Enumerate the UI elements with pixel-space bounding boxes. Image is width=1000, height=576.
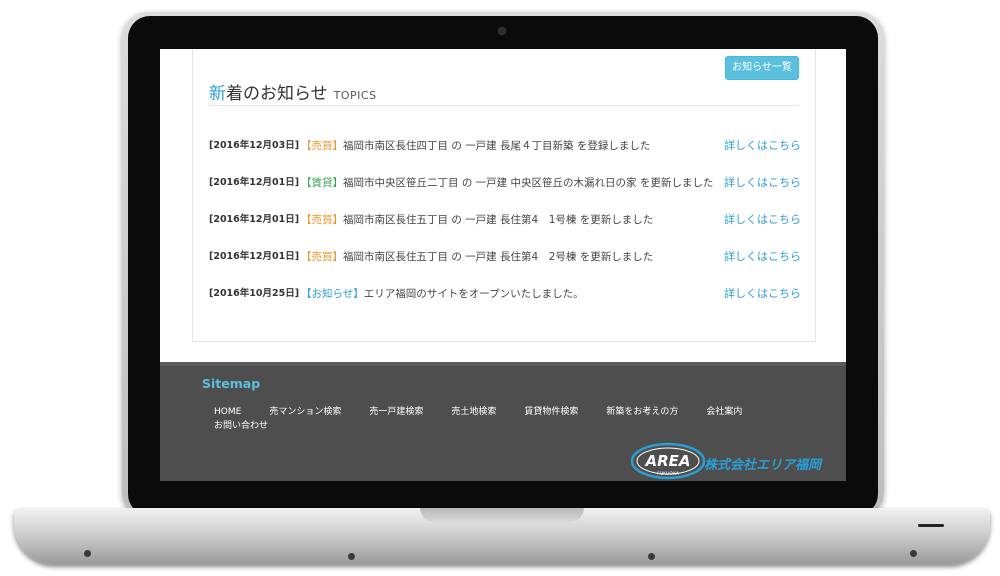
news-category: 【お知らせ】 <box>301 288 364 300</box>
logo-company-text: 株式会社エリア福岡 <box>704 457 823 473</box>
topics-list-button[interactable]: お知らせ一覧 <box>725 56 799 80</box>
laptop-foot <box>648 553 655 560</box>
topics-title-text: 着のお知らせ <box>226 84 328 104</box>
topics-divider <box>209 105 799 106</box>
news-detail-link[interactable]: 詳しくはこちら <box>724 176 801 190</box>
sitemap-link-mansion[interactable]: 売マンション検索 <box>269 405 341 419</box>
news-category: 【賃貸】 <box>301 177 343 189</box>
news-text: 【お知らせ】エリア福岡のサイトをオープンいたしました。 <box>301 287 584 301</box>
news-detail-link[interactable]: 詳しくはこちら <box>724 250 801 264</box>
news-body: 福岡市南区長住五丁目 の 一戸建 長住第4 2号棟 を更新しました <box>343 251 654 263</box>
sitemap-link-home[interactable]: HOME <box>214 405 241 419</box>
sitemap-link-house[interactable]: 売一戸建検索 <box>369 405 423 419</box>
topics-panel: お知らせ一覧 新着のお知らせ TOPICS [2016年12月03日] 【売買】福… <box>192 49 816 342</box>
logo-mark-subtext: FUKUOKA <box>657 471 679 477</box>
topics-title-accent: 新 <box>209 84 226 104</box>
laptop-base-notch <box>420 508 584 522</box>
news-text: 【賃貸】福岡市中央区笹丘二丁目 の 一戸建 中央区笹丘の木漏れ日の家 を更新しま… <box>301 176 713 190</box>
footer-band <box>160 362 846 366</box>
sitemap-link-land[interactable]: 売土地検索 <box>451 405 496 419</box>
news-detail-link[interactable]: 詳しくはこちら <box>724 287 801 301</box>
news-detail-link[interactable]: 詳しくはこちら <box>724 139 801 153</box>
news-body: 福岡市中央区笹丘二丁目 の 一戸建 中央区笹丘の木漏れ日の家 を更新しました <box>343 177 714 189</box>
news-category: 【売買】 <box>301 140 343 152</box>
sitemap-nav: HOME 売マンション検索 売一戸建検索 売土地検索 賃貸物件検索 新築をお考えの方 会社案… <box>214 405 774 433</box>
news-detail-link[interactable]: 詳しくはこちら <box>724 213 801 227</box>
laptop-foot <box>84 550 91 557</box>
news-item: [2016年12月03日] 【売買】福岡市南区長住四丁目 の 一戸建 長尾４丁目… <box>209 139 801 176</box>
logo-mark-text: AREA <box>644 452 690 470</box>
news-body: 福岡市南区長住四丁目 の 一戸建 長尾４丁目新築 を登録しました <box>343 140 651 152</box>
news-date: [2016年10月25日] <box>209 288 300 299</box>
news-item: [2016年10月25日] 【お知らせ】エリア福岡のサイトをオープンいたしました… <box>209 287 801 324</box>
sitemap-link-newbuild[interactable]: 新築をお考えの方 <box>606 405 678 419</box>
news-category: 【売買】 <box>301 251 343 263</box>
area-fukuoka-logo-icon: AREA FUKUOKA 株式会社エリア福岡 <box>630 442 823 480</box>
laptop-foot <box>348 553 355 560</box>
site-footer: Sitemap HOME 売マンション検索 売一戸建検索 売土地検索 賃貸物件検索 新築を… <box>160 362 846 481</box>
page-content: お知らせ一覧 新着のお知らせ TOPICS [2016年12月03日] 【売買】福… <box>160 49 846 362</box>
sitemap-link-contact[interactable]: お問い合わせ <box>214 419 268 433</box>
topics-subtitle: TOPICS <box>333 89 377 102</box>
news-body: 福岡市南区長住五丁目 の 一戸建 長住第4 1号棟 を更新しました <box>343 214 654 226</box>
news-text: 【売買】福岡市南区長住五丁目 の 一戸建 長住第4 2号棟 を更新しました <box>301 250 653 264</box>
webcam-icon <box>498 27 506 35</box>
news-text: 【売買】福岡市南区長住五丁目 の 一戸建 長住第4 1号棟 を更新しました <box>301 213 653 227</box>
news-date: [2016年12月03日] <box>209 140 300 151</box>
power-led-icon <box>918 524 944 527</box>
laptop-screen: お知らせ一覧 新着のお知らせ TOPICS [2016年12月03日] 【売買】福… <box>160 49 846 481</box>
news-date: [2016年12月01日] <box>209 251 300 262</box>
news-body: エリア福岡のサイトをオープンいたしました。 <box>363 288 584 300</box>
company-logo[interactable]: AREA FUKUOKA 株式会社エリア福岡 <box>630 442 830 481</box>
news-list: [2016年12月03日] 【売買】福岡市南区長住四丁目 の 一戸建 長尾４丁目… <box>209 139 801 324</box>
sitemap-title: Sitemap <box>202 376 261 391</box>
topics-title: 新着のお知らせ TOPICS <box>209 79 377 104</box>
news-date: [2016年12月01日] <box>209 214 300 225</box>
news-date: [2016年12月01日] <box>209 177 300 188</box>
sitemap-link-rental[interactable]: 賃貸物件検索 <box>524 405 578 419</box>
news-item: [2016年12月01日] 【売買】福岡市南区長住五丁目 の 一戸建 長住第4 … <box>209 213 801 250</box>
news-text: 【売買】福岡市南区長住四丁目 の 一戸建 長尾４丁目新築 を登録しました <box>301 139 650 153</box>
news-item: [2016年12月01日] 【売買】福岡市南区長住五丁目 の 一戸建 長住第4 … <box>209 250 801 287</box>
news-category: 【売買】 <box>301 214 343 226</box>
laptop-foot <box>910 550 917 557</box>
sitemap-link-company[interactable]: 会社案内 <box>706 405 742 419</box>
news-item: [2016年12月01日] 【賃貸】福岡市中央区笹丘二丁目 の 一戸建 中央区笹… <box>209 176 801 213</box>
